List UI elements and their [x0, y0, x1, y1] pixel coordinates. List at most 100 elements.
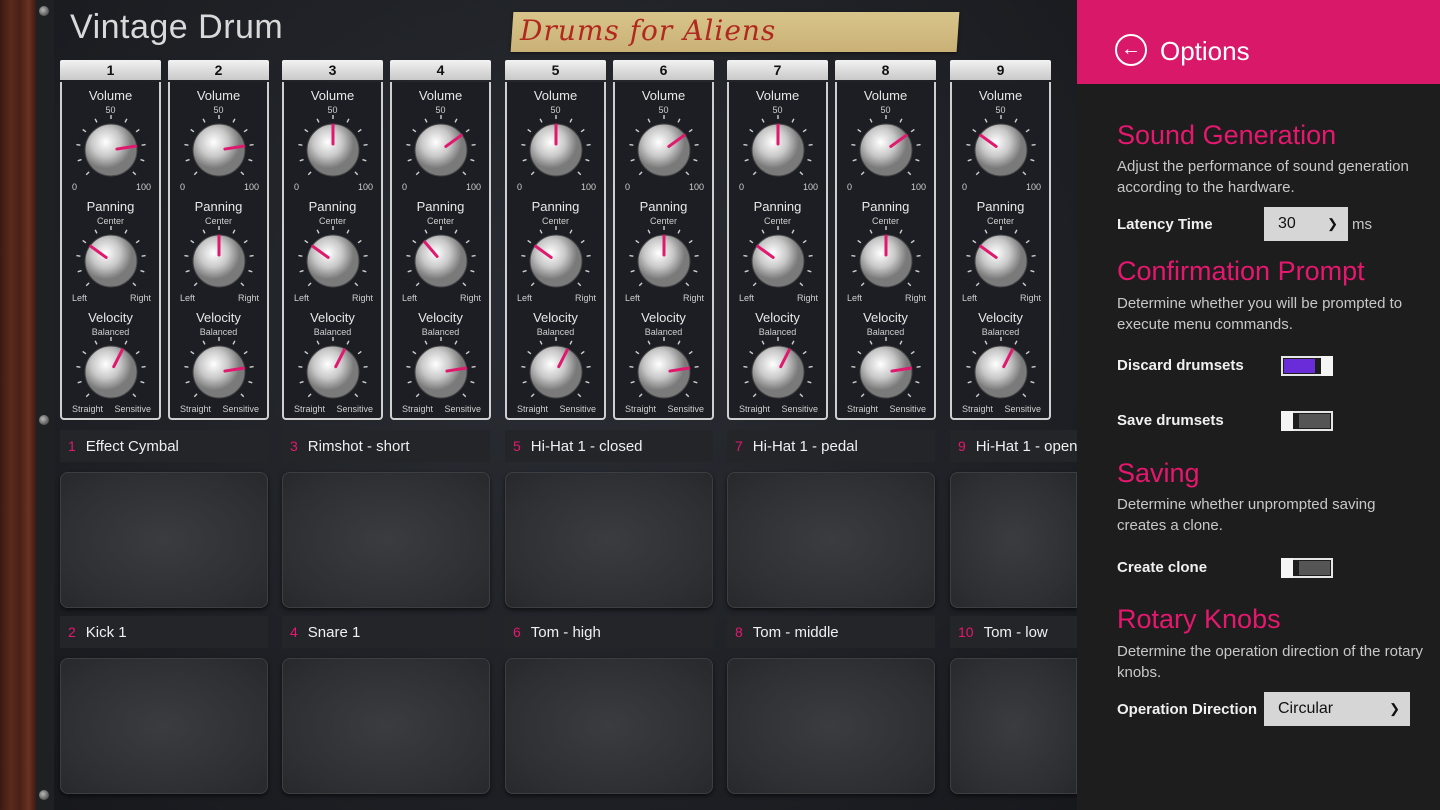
volume-max-label: 100 [1025, 182, 1041, 192]
drum-pad[interactable] [727, 658, 935, 794]
panning-control: Panning Center Left Right [62, 193, 159, 303]
volume-min-label: 0 [625, 182, 631, 192]
channel-number: 6 [613, 60, 714, 80]
panning-control: Panning Center Left Right [615, 193, 712, 303]
panning-min-label: Left [294, 293, 310, 303]
save-drumsets-toggle[interactable] [1281, 411, 1333, 431]
volume-control: Volume 50 0 100 [392, 82, 489, 192]
knob-dial[interactable] [70, 112, 152, 182]
knob-dial[interactable] [623, 334, 705, 404]
knob-dial[interactable] [292, 334, 374, 404]
pad-number: 5 [513, 438, 521, 454]
velocity-min-label: Straight [847, 404, 879, 414]
left-rail [36, 0, 55, 810]
panning-min-label: Left [625, 293, 641, 303]
mixer-channel: 4 Volume 50 0 100 Panning Center Left Right Veloc… [390, 60, 491, 422]
pad-number: 8 [735, 624, 743, 640]
volume-label: Volume [978, 88, 1023, 103]
knob-dial[interactable] [515, 112, 597, 182]
knob-dial[interactable] [178, 112, 260, 182]
panning-control: Panning Center Left Right [284, 193, 381, 303]
drum-pad[interactable] [60, 658, 268, 794]
velocity-control: Velocity Balanced Straight Sensitive [284, 304, 381, 414]
knob-dial[interactable] [845, 334, 927, 404]
channel-number: 1 [60, 60, 161, 80]
velocity-min-label: Straight [72, 404, 104, 414]
toggle-fill [1299, 561, 1330, 575]
discard-drumsets-toggle[interactable] [1281, 356, 1333, 376]
knob-dial[interactable] [623, 223, 705, 293]
knob-dial[interactable] [845, 112, 927, 182]
knob-dial[interactable] [515, 334, 597, 404]
knob-dial[interactable] [400, 112, 482, 182]
velocity-max-label: Sensitive [667, 404, 704, 414]
channel-number: 4 [390, 60, 491, 80]
drum-pad[interactable] [505, 472, 713, 608]
volume-min-label: 0 [180, 182, 186, 192]
operation-direction-select[interactable]: Circular ❯ [1264, 692, 1410, 726]
volume-control: Volume 50 0 100 [62, 82, 159, 192]
knob-dial[interactable] [292, 112, 374, 182]
velocity-max-label: Sensitive [1004, 404, 1041, 414]
drum-pad[interactable] [60, 472, 268, 608]
channel-number: 3 [282, 60, 383, 80]
pad-number: 3 [290, 438, 298, 454]
knob-dial[interactable] [178, 334, 260, 404]
drumset-name: Drums for Aliens [520, 14, 777, 47]
back-arrow-icon[interactable]: ← [1115, 34, 1147, 66]
knob-dial[interactable] [515, 223, 597, 293]
knob-dial[interactable] [400, 334, 482, 404]
knob-dial[interactable] [960, 334, 1042, 404]
knob-dial[interactable] [737, 112, 819, 182]
panning-label: Panning [531, 199, 580, 214]
knob-dial[interactable] [292, 223, 374, 293]
panning-label: Panning [753, 199, 802, 214]
drum-pad[interactable] [950, 658, 1077, 794]
volume-max-label: 100 [802, 182, 818, 192]
channel-number: 2 [168, 60, 269, 80]
pad-label: 10 Tom - low [950, 616, 1077, 648]
pad-name: Tom - high [530, 624, 601, 641]
panning-min-label: Left [72, 293, 88, 303]
pad-label: 5 Hi-Hat 1 - closed [505, 430, 713, 462]
toggle-thumb [1281, 411, 1293, 431]
drum-pad[interactable] [950, 472, 1077, 608]
velocity-label: Velocity [978, 310, 1023, 325]
chevron-down-icon: ❯ [1389, 701, 1400, 716]
knob-dial[interactable] [70, 334, 152, 404]
panning-label: Panning [308, 199, 357, 214]
drum-pad[interactable] [727, 472, 935, 608]
knob-dial[interactable] [400, 223, 482, 293]
velocity-control: Velocity Balanced Straight Sensitive [170, 304, 267, 414]
velocity-label: Velocity [418, 310, 463, 325]
volume-min-label: 0 [847, 182, 853, 192]
knob-dial[interactable] [737, 223, 819, 293]
panning-control: Panning Center Left Right [952, 193, 1049, 303]
velocity-label: Velocity [755, 310, 800, 325]
confirmation-prompt-desc: Determine whether you will be prompted t… [1117, 295, 1403, 333]
drum-pad[interactable] [282, 472, 490, 608]
knob-dial[interactable] [623, 112, 705, 182]
drum-pad[interactable] [282, 658, 490, 794]
knob-dial[interactable] [845, 223, 927, 293]
mixer-channel: 3 Volume 50 0 100 Panning Center Left Right Veloc… [282, 60, 383, 422]
volume-label: Volume [533, 88, 578, 103]
velocity-max-label: Sensitive [559, 404, 596, 414]
knob-dial[interactable] [960, 112, 1042, 182]
latency-select[interactable]: 30 ❯ [1264, 207, 1348, 241]
chevron-down-icon: ❯ [1327, 216, 1338, 231]
confirmation-prompt-title: Confirmation Prompt [1117, 256, 1365, 286]
panning-control: Panning Center Left Right [392, 193, 489, 303]
rotary-knobs-desc: Determine the operation direction of the… [1117, 643, 1423, 681]
drum-pad[interactable] [505, 658, 713, 794]
knob-dial[interactable] [960, 223, 1042, 293]
panning-control: Panning Center Left Right [837, 193, 934, 303]
pad-name: Snare 1 [307, 624, 361, 641]
knob-dial[interactable] [70, 223, 152, 293]
knob-dial[interactable] [178, 223, 260, 293]
create-clone-toggle[interactable] [1281, 558, 1333, 578]
panning-max-label: Right [1019, 293, 1041, 303]
channel-number: 8 [835, 60, 936, 80]
volume-max-label: 100 [465, 182, 481, 192]
knob-dial[interactable] [737, 334, 819, 404]
